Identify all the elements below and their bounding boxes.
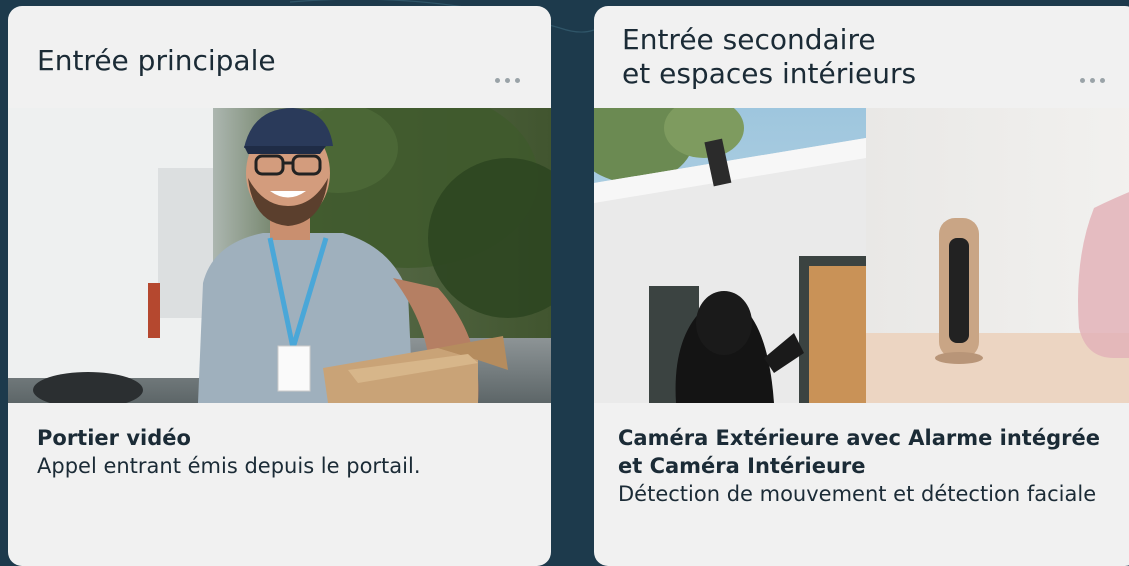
product-name: Caméra Extérieure avec Alarme intégrée e… (618, 426, 1100, 478)
product-description: Appel entrant émis depuis le portail. (37, 454, 421, 478)
more-options-button[interactable] (495, 78, 520, 83)
card-main-entrance[interactable]: Entrée principale Portier vidéo Appel en… (8, 6, 551, 566)
photo-delivery-man (8, 108, 551, 403)
more-dot (1090, 78, 1095, 83)
card-description: Caméra Extérieure avec Alarme intégrée e… (618, 424, 1118, 508)
product-name: Portier vidéo (37, 426, 191, 450)
more-horizontal-icon (1080, 78, 1085, 83)
more-dot (515, 78, 520, 83)
card-description: Portier vidéo Appel entrant émis depuis … (37, 424, 537, 480)
card-title: Entrée principale (37, 44, 276, 77)
more-horizontal-icon (495, 78, 500, 83)
more-dot (1100, 78, 1105, 83)
more-dot (505, 78, 510, 83)
more-options-button[interactable] (1080, 78, 1105, 83)
photo-cameras (594, 108, 1129, 403)
card-secondary-entrance[interactable]: Entrée secondaire et espaces intérieurs (594, 6, 1129, 566)
product-description: Détection de mouvement et détection faci… (618, 482, 1097, 506)
card-title: Entrée secondaire et espaces intérieurs (622, 23, 917, 90)
